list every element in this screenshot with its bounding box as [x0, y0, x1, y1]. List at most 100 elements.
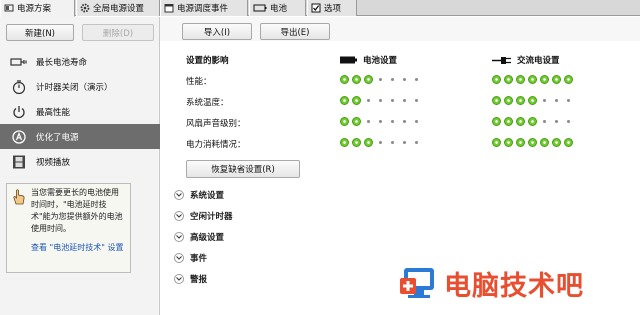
- rating-dot-filled: [516, 117, 525, 126]
- rating-dot-empty: [415, 99, 418, 102]
- rating-dot-empty: [415, 141, 418, 144]
- gear-icon: [80, 3, 90, 13]
- rating-dot-empty: [379, 141, 382, 144]
- tab-label: 电池: [270, 4, 288, 14]
- scheme-item-video-playback[interactable]: 视频播放: [0, 149, 160, 174]
- temperature-ac-rating: [492, 96, 573, 105]
- a-circle-icon: [12, 129, 26, 144]
- stopwatch-icon: [12, 79, 26, 94]
- rating-dot-empty: [367, 99, 370, 102]
- rating-dot-filled: [364, 75, 373, 84]
- scheme-label: 最高性能: [36, 107, 71, 118]
- power-consumption-label: 电力消耗情况：: [186, 140, 246, 150]
- performance-battery-rating: [340, 75, 421, 84]
- rating-dot-empty: [379, 99, 382, 102]
- scheme-item-optimized[interactable]: 优化了电源: [0, 124, 160, 149]
- rating-dot-filled: [352, 117, 361, 126]
- rating-dot-filled: [516, 96, 525, 105]
- section-idle-timer[interactable]: 空闲计时器: [174, 210, 233, 222]
- rating-dot-filled: [564, 75, 573, 84]
- fan-noise-battery-rating: [340, 117, 421, 126]
- scheme-label: 视频播放: [36, 157, 71, 168]
- tab-global-settings[interactable]: 全局电源设置: [76, 0, 160, 16]
- section-label: 警报: [190, 275, 208, 285]
- rating-dot-empty: [403, 141, 406, 144]
- temperature-battery-rating: [340, 96, 421, 105]
- scheme-item-max-performance[interactable]: 最高性能: [0, 99, 160, 124]
- rating-dot-empty: [391, 99, 394, 102]
- section-label: 事件: [190, 254, 208, 264]
- ac-settings-header: 交流电设置: [492, 54, 560, 66]
- rating-dot-filled: [492, 96, 501, 105]
- scheme-label: 最长电池寿命: [36, 57, 88, 68]
- rating-dot-empty: [391, 78, 394, 81]
- rating-dot-filled: [352, 75, 361, 84]
- rating-dot-filled: [528, 117, 537, 126]
- section-events[interactable]: 事件: [174, 252, 207, 264]
- rating-dot-filled: [492, 75, 501, 84]
- chevron-down-icon: [174, 232, 184, 242]
- tab-label: 选项: [324, 4, 342, 14]
- rating-dot-empty: [367, 120, 370, 123]
- hand-pointer-icon: [13, 189, 25, 205]
- rating-dot-empty: [403, 120, 406, 123]
- toolbar: 导入(I) 导出(E): [160, 17, 640, 41]
- battery-extension-link[interactable]: 查看 "电池延时技术" 设置: [31, 242, 126, 254]
- rating-dot-filled: [516, 75, 525, 84]
- rating-dot-filled: [504, 117, 513, 126]
- performance-ac-rating: [492, 75, 573, 84]
- tab-battery[interactable]: 电池: [249, 0, 306, 16]
- calendar-icon: [164, 4, 174, 13]
- import-button[interactable]: 导入(I): [182, 23, 252, 40]
- rating-dot-empty: [391, 120, 394, 123]
- tip-text: 当您需要更长的电池使用时间时，"电池延时技术"能为您提供额外的电池使用时间。: [31, 188, 123, 233]
- scheme-item-timer-off[interactable]: 计时器关闭（演示）: [0, 74, 160, 99]
- watermark-text: 电脑技术吧: [444, 271, 584, 302]
- rating-dot-filled: [492, 138, 501, 147]
- section-system-settings[interactable]: 系统设置: [174, 189, 224, 201]
- rating-dot-empty: [403, 99, 406, 102]
- rating-dot-filled: [552, 75, 561, 84]
- chevron-down-icon: [174, 211, 184, 221]
- power-plan-icon: [4, 4, 14, 12]
- rating-dot-filled: [504, 96, 513, 105]
- rating-dot-empty: [567, 120, 570, 123]
- rating-dot-filled: [528, 138, 537, 147]
- section-label: 高级设置: [190, 233, 225, 243]
- rating-dot-filled: [340, 138, 349, 147]
- rating-dot-filled: [340, 96, 349, 105]
- watermark: 电脑技术吧: [398, 264, 584, 303]
- new-button[interactable]: 新建(N): [6, 24, 74, 41]
- computer-plus-logo: [400, 267, 434, 298]
- fan-noise-ac-rating: [492, 117, 573, 126]
- plug-icon: [492, 56, 511, 64]
- rating-dot-filled: [540, 138, 549, 147]
- tab-power-events[interactable]: 电源调度事件: [160, 0, 248, 16]
- checkbox-icon: [311, 3, 321, 13]
- restore-defaults-button[interactable]: 恢复缺省设置(R): [186, 160, 300, 178]
- rating-dot-filled: [340, 75, 349, 84]
- delete-button[interactable]: 删除(D): [82, 24, 154, 41]
- chevron-down-icon: [174, 274, 184, 284]
- rating-dot-filled: [540, 75, 549, 84]
- section-label: 系统设置: [190, 191, 225, 201]
- rating-dot-filled: [528, 75, 537, 84]
- rating-dot-filled: [528, 96, 537, 105]
- rating-dot-empty: [403, 78, 406, 81]
- battery-settings-label: 电池设置: [363, 56, 398, 66]
- scheme-panel: 新建(N) 删除(D) 最长电池寿命 计时器关闭（演示） 最高性能 优化了电源 …: [0, 17, 160, 315]
- fan-noise-label: 风扇声音级别：: [186, 119, 246, 129]
- tab-options[interactable]: 选项: [307, 0, 357, 16]
- scheme-item-longest-battery[interactable]: 最长电池寿命: [0, 49, 160, 74]
- rating-dot-empty: [543, 120, 546, 123]
- section-alarms[interactable]: 警报: [174, 273, 207, 285]
- film-icon: [13, 155, 25, 168]
- system-temperature-label: 系统温度：: [186, 98, 229, 108]
- tab-label: 全局电源设置: [93, 4, 145, 14]
- section-advanced-settings[interactable]: 高级设置: [174, 231, 224, 243]
- rating-dot-filled: [364, 138, 373, 147]
- tab-power-plan[interactable]: 电源方案: [0, 0, 75, 17]
- rating-dot-empty: [379, 78, 382, 81]
- rating-dot-filled: [504, 138, 513, 147]
- export-button[interactable]: 导出(E): [260, 23, 330, 40]
